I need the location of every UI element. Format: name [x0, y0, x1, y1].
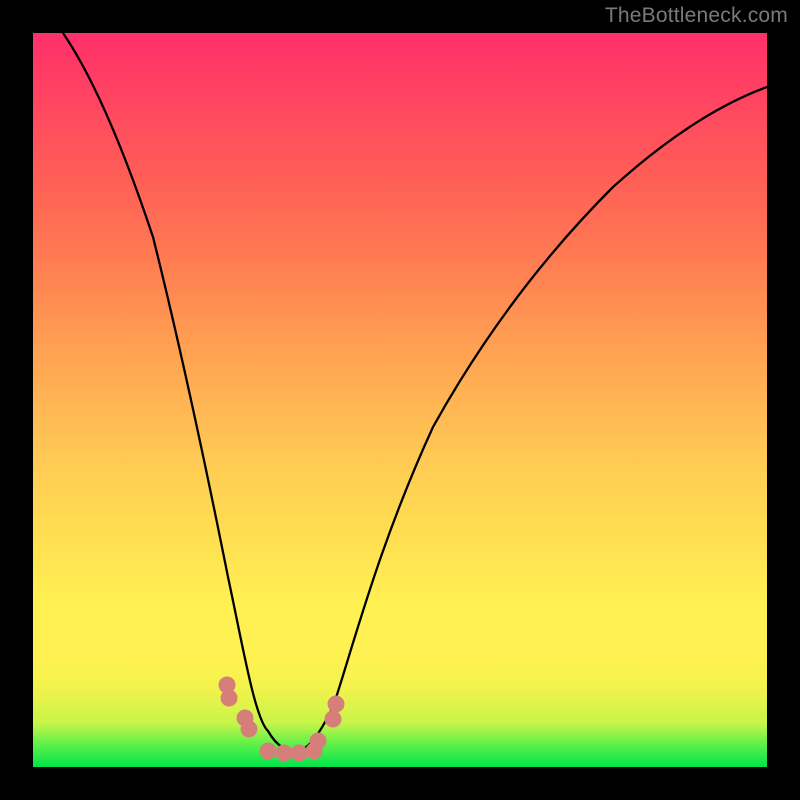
marker-group: [219, 677, 344, 761]
marker-dot: [260, 743, 276, 759]
marker-dot: [221, 690, 237, 706]
marker-dot: [328, 696, 344, 712]
marker-dot: [291, 745, 307, 761]
marker-dot: [276, 745, 292, 761]
plot-area: [33, 33, 767, 767]
bottleneck-curve-svg: [33, 33, 767, 767]
watermark-text: TheBottleneck.com: [605, 4, 788, 28]
marker-dot: [325, 711, 341, 727]
marker-dot: [310, 733, 326, 749]
chart-frame: TheBottleneck.com: [0, 0, 800, 800]
marker-dot: [241, 721, 257, 737]
bottleneck-curve: [63, 33, 767, 751]
